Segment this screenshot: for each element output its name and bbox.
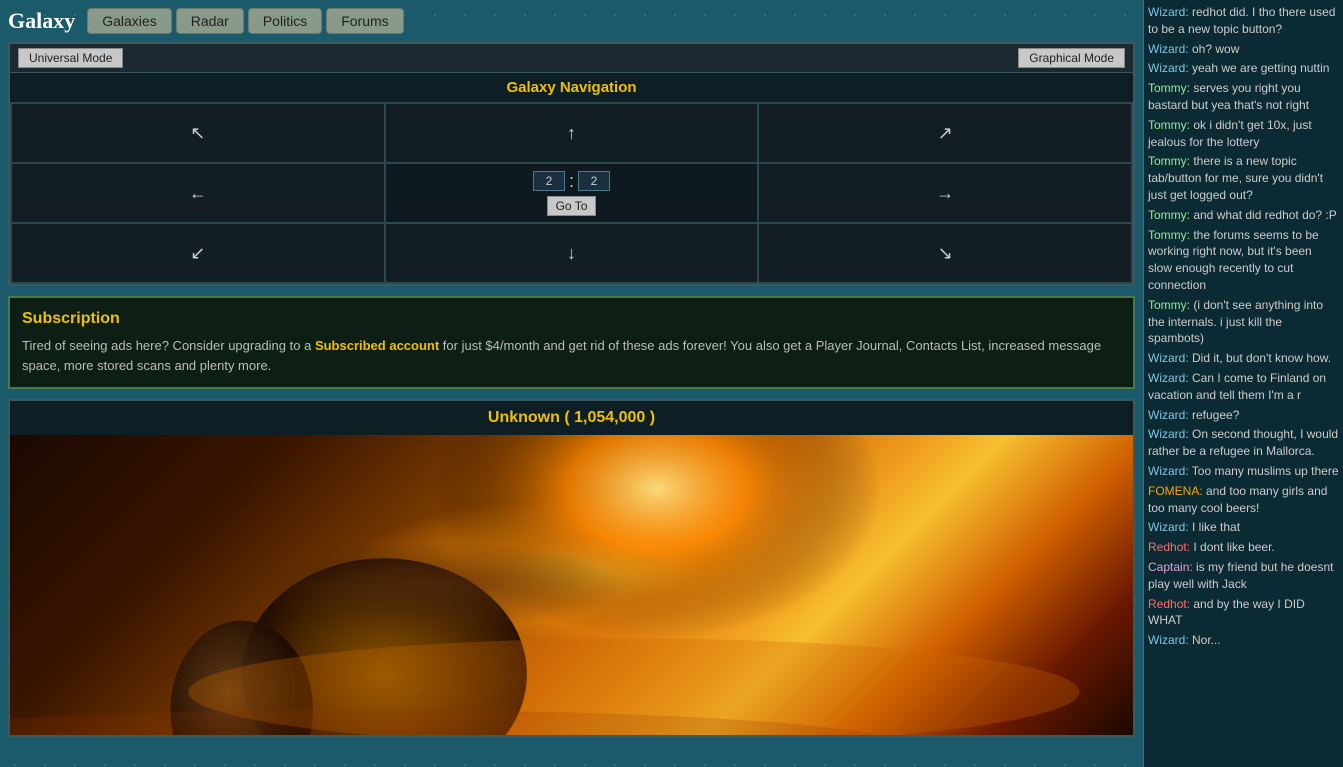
arrow-e: → bbox=[936, 183, 954, 204]
galaxy-image-box: Unknown ( 1,054,000 ) bbox=[8, 399, 1135, 737]
coord-separator: : bbox=[569, 171, 574, 192]
nav-center: : Go To bbox=[385, 163, 759, 223]
nav-sw[interactable]: ↙ bbox=[11, 223, 385, 283]
chat-message: Wizard: Too many muslims up there bbox=[1148, 463, 1339, 480]
arrow-se: ↘ bbox=[938, 243, 953, 264]
chat-message: Tommy: (i don't see anything into the in… bbox=[1148, 297, 1339, 347]
nav-grid: ↖ ↑ ↗ ← : Go To → bbox=[10, 102, 1133, 284]
galaxy-image bbox=[10, 435, 1133, 735]
sub-highlight: Subscribed account bbox=[315, 338, 439, 353]
chat-message: Wizard: redhot did. I tho there used to … bbox=[1148, 4, 1339, 38]
arrow-w: ← bbox=[189, 183, 207, 204]
chat-message: Wizard: yeah we are getting nuttin bbox=[1148, 60, 1339, 77]
subscription-text: Tired of seeing ads here? Consider upgra… bbox=[22, 336, 1121, 375]
graphical-mode-button[interactable]: Graphical Mode bbox=[1018, 48, 1125, 68]
chat-message: Captain: is my friend but he doesnt play… bbox=[1148, 559, 1339, 593]
chat-message: Wizard: oh? wow bbox=[1148, 41, 1339, 58]
mode-row: Universal Mode Graphical Mode bbox=[10, 44, 1133, 73]
chat-message: Wizard: refugee? bbox=[1148, 407, 1339, 424]
chat-message: Tommy: ok i didn't get 10x, just jealous… bbox=[1148, 117, 1339, 151]
goto-button[interactable]: Go To bbox=[547, 196, 597, 216]
universal-mode-button[interactable]: Universal Mode bbox=[18, 48, 123, 68]
arrow-ne: ↗ bbox=[938, 123, 953, 144]
coord-x-input[interactable] bbox=[533, 171, 565, 191]
chat-message: Tommy: there is a new topic tab/button f… bbox=[1148, 153, 1339, 203]
arrow-sw: ↙ bbox=[190, 243, 205, 264]
tab-politics[interactable]: Politics bbox=[248, 8, 322, 34]
chat-message: Wizard: On second thought, I would rathe… bbox=[1148, 426, 1339, 460]
chat-message: Wizard: Can I come to Finland on vacatio… bbox=[1148, 370, 1339, 404]
nav-s[interactable]: ↓ bbox=[385, 223, 759, 283]
chat-message: Wizard: Nor... bbox=[1148, 632, 1339, 649]
nav-n[interactable]: ↑ bbox=[385, 103, 759, 163]
chat-message: FOMENA: and too many girls and too many … bbox=[1148, 483, 1339, 517]
arrow-s: ↓ bbox=[567, 243, 576, 264]
coord-y-input[interactable] bbox=[578, 171, 610, 191]
galaxy-nav-box: Universal Mode Graphical Mode Galaxy Nav… bbox=[8, 42, 1135, 286]
nav-ne[interactable]: ↗ bbox=[758, 103, 1132, 163]
sub-text-before: Tired of seeing ads here? Consider upgra… bbox=[22, 338, 315, 353]
arrow-n: ↑ bbox=[567, 123, 576, 144]
site-title: Galaxy bbox=[8, 8, 75, 34]
nav-se[interactable]: ↘ bbox=[758, 223, 1132, 283]
tab-galaxies[interactable]: Galaxies bbox=[87, 8, 171, 34]
subscription-box: Subscription Tired of seeing ads here? C… bbox=[8, 296, 1135, 389]
arrow-nw: ↖ bbox=[190, 123, 205, 144]
chat-panel: Wizard: redhot did. I tho there used to … bbox=[1143, 0, 1343, 767]
subscription-title: Subscription bbox=[22, 310, 1121, 328]
galaxy-image-title: Unknown ( 1,054,000 ) bbox=[10, 401, 1133, 435]
nav-nw[interactable]: ↖ bbox=[11, 103, 385, 163]
chat-message: Tommy: serves you right you bastard but … bbox=[1148, 80, 1339, 114]
tab-forums[interactable]: Forums bbox=[326, 8, 403, 34]
chat-message: Redhot: I dont like beer. bbox=[1148, 539, 1339, 556]
tab-radar[interactable]: Radar bbox=[176, 8, 244, 34]
galaxy-nav-title: Galaxy Navigation bbox=[10, 73, 1133, 102]
chat-message: Tommy: the forums seems to be working ri… bbox=[1148, 227, 1339, 294]
chat-message: Wizard: I like that bbox=[1148, 519, 1339, 536]
nav-e[interactable]: → bbox=[758, 163, 1132, 223]
nav-w[interactable]: ← bbox=[11, 163, 385, 223]
top-navigation: Galaxy Galaxies Radar Politics Forums bbox=[8, 8, 1135, 34]
chat-message: Tommy: and what did redhot do? :P bbox=[1148, 207, 1339, 224]
chat-messages: Wizard: redhot did. I tho there used to … bbox=[1148, 4, 1339, 649]
chat-message: Redhot: and by the way I DID WHAT bbox=[1148, 596, 1339, 630]
chat-message: Wizard: Did it, but don't know how. bbox=[1148, 350, 1339, 367]
coord-row: : bbox=[533, 171, 610, 192]
